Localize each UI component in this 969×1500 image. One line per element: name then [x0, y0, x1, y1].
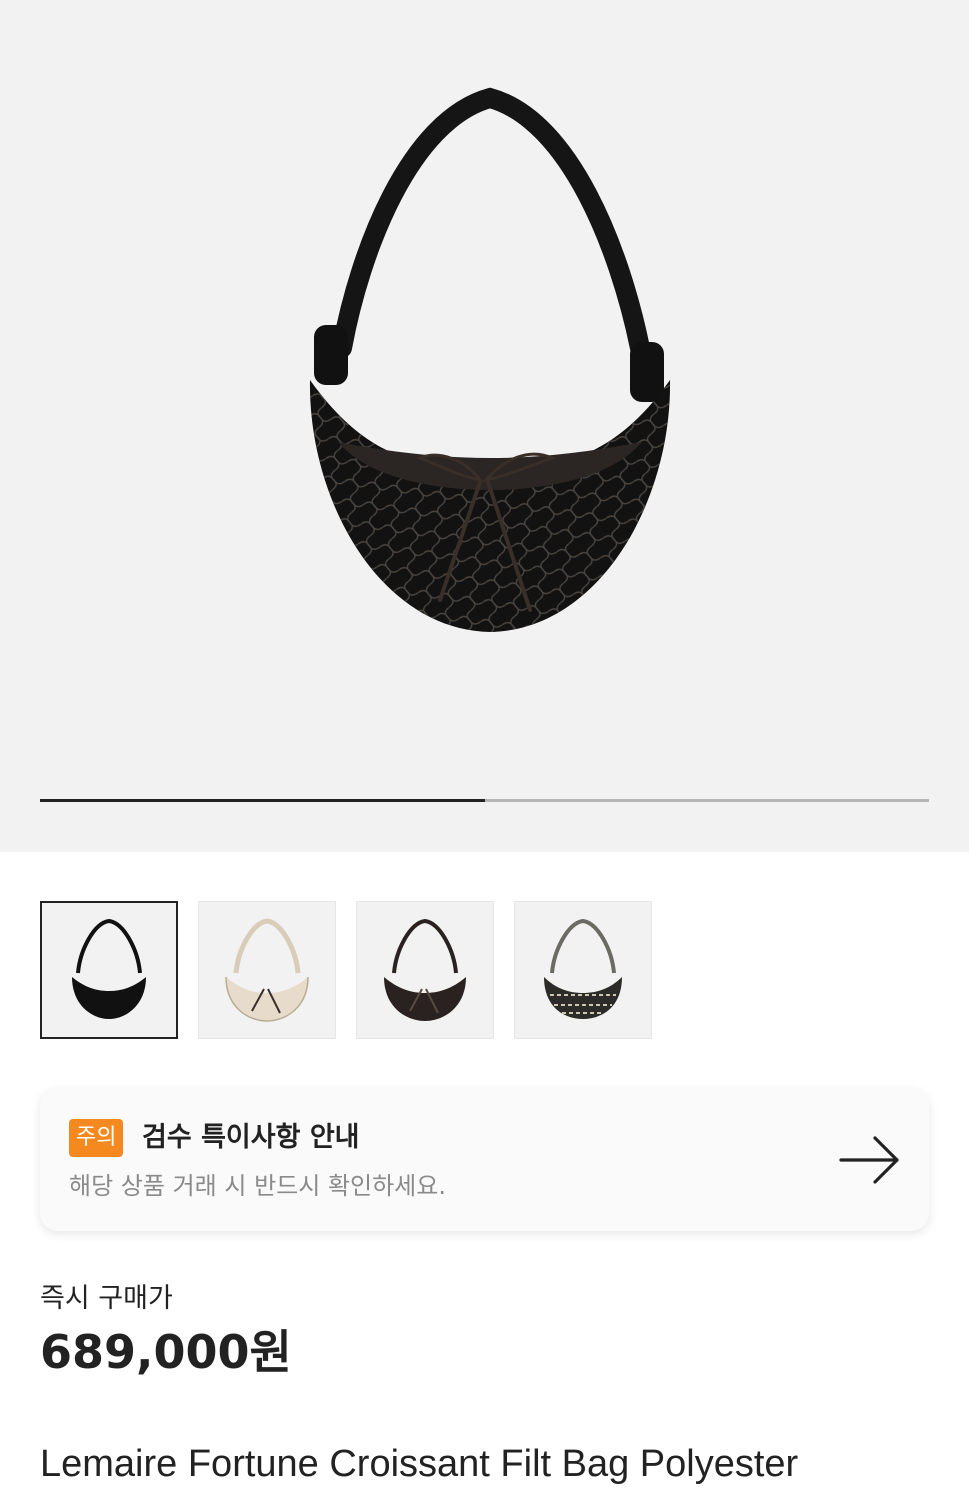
black-bag-thumbnail-icon [72, 918, 146, 1019]
instant-buy-price: 689,000원 [40, 1325, 292, 1379]
notice-subtitle: 해당 상품 거래 시 반드시 확인하세요. [69, 1172, 446, 1200]
thumbnail-grey-pattern[interactable] [514, 901, 652, 1039]
arrow-right-icon[interactable] [839, 1134, 901, 1186]
product-page: 주의 검수 특이사항 안내 해당 상품 거래 시 반드시 확인하세요. 즉시 구… [0, 0, 969, 1500]
product-image-gallery[interactable] [0, 0, 969, 852]
thumbnail-list [40, 901, 652, 1039]
thumbnail-beige[interactable] [198, 901, 336, 1039]
thumbnail-black[interactable] [40, 901, 178, 1039]
inspection-notice-card[interactable]: 주의 검수 특이사항 안내 해당 상품 거래 시 반드시 확인하세요. [40, 1088, 929, 1231]
thumbnail-dark-brown[interactable] [356, 901, 494, 1039]
product-name: Lemaire Fortune Croissant Filt Bag Polye… [40, 1443, 799, 1485]
image-slide-indicator[interactable] [40, 799, 929, 802]
notice-title: 검수 특이사항 안내 [142, 1122, 360, 1153]
black-net-croissant-bag-image [290, 80, 690, 650]
dark-brown-bag-thumbnail-icon [384, 918, 466, 1021]
caution-badge: 주의 [69, 1119, 124, 1157]
instant-buy-price-label: 즉시 구매가 [40, 1283, 173, 1314]
image-slide-progress [40, 799, 485, 802]
grey-pattern-bag-thumbnail-icon [544, 918, 622, 1019]
beige-bag-thumbnail-icon [225, 918, 309, 1022]
